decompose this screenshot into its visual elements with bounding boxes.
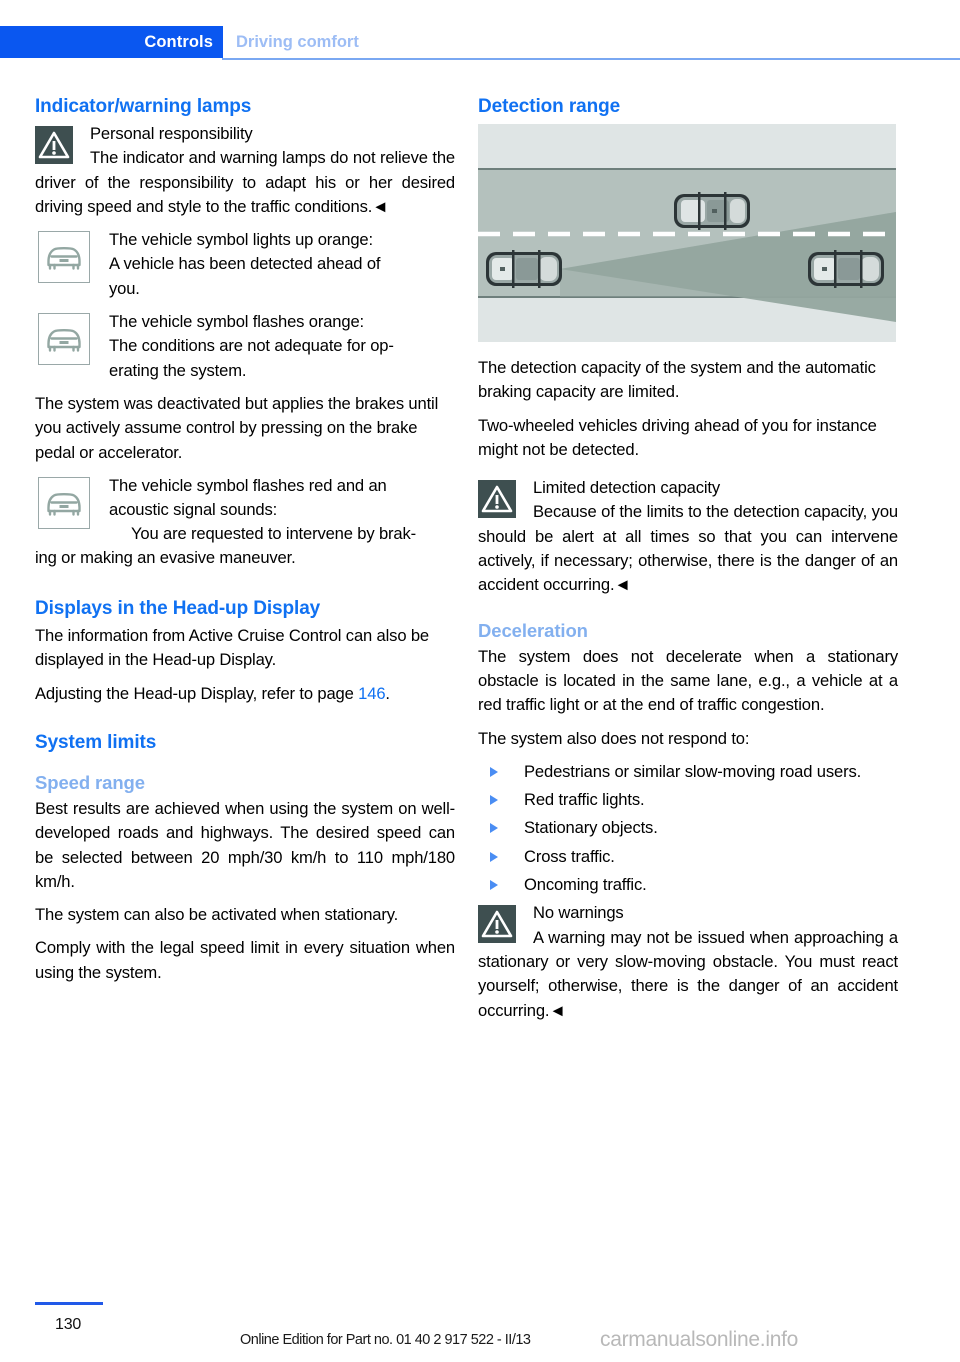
symbol-block-vehicle-orange-steady: The vehicle symbol lights up orange: A v… <box>35 228 455 301</box>
edition-notice: Online Edition for Part no. 01 40 2 917 … <box>240 1332 531 1348</box>
warning-body: A warning may not be issued when approac… <box>478 927 898 1020</box>
right-column: Detection range The detection capacity o… <box>478 96 898 1032</box>
vehicle-front-symbol-icon <box>38 476 90 529</box>
breadcrumb-section-driving-comfort[interactable]: Driving comfort <box>223 26 359 58</box>
warning-title: Personal responsibility <box>90 124 253 143</box>
page-number: 130 <box>55 1316 82 1333</box>
paragraph-system-deactivated: The system was deactivated but applies t… <box>35 393 439 462</box>
list-item-label: Stationary objects. <box>524 818 658 838</box>
paragraph-deceleration-2: The system also does not respond to: <box>478 728 750 748</box>
warning-block-personal-responsibility: Personal responsibility The indicator an… <box>35 122 455 219</box>
hud-adjust-post: . <box>385 683 390 703</box>
hud-adjust-pre: Adjusting the Head-up Display, refer to … <box>35 683 359 703</box>
triangle-bullet-icon <box>490 851 498 862</box>
header-tab-bar: Controls Driving comfort <box>0 26 960 58</box>
symbol-line-1: The vehicle symbol lights up orange: <box>109 230 373 250</box>
header-divider <box>222 58 960 60</box>
warning-text-personal-responsibility: Personal responsibility The indicator an… <box>35 122 455 219</box>
list-item: Cross traffic. <box>478 845 898 869</box>
paragraph-hud-adjust: Adjusting the Head-up Display, refer to … <box>35 682 455 706</box>
triangle-bullet-icon <box>490 880 498 891</box>
symbol-text-vehicle-orange-steady: The vehicle symbol lights up orange: A v… <box>35 228 455 301</box>
symbol-text-vehicle-orange-flashing: The vehicle symbol flashes orange: The c… <box>35 310 455 383</box>
heading-detection-range: Detection range <box>478 96 621 117</box>
warning-text-limited-detection: Limited detection capacity Because of th… <box>478 476 898 597</box>
list-item: Pedestrians or similar slow-moving road … <box>478 760 898 784</box>
warning-title: Limited detection capacity <box>533 478 721 498</box>
warning-block-limited-detection: Limited detection capacity Because of th… <box>478 476 898 597</box>
heading-displays-head-up-display: Displays in the Head-up Display <box>35 598 321 620</box>
warning-text-no-warnings: No warnings A warning may not be issued … <box>478 901 898 1022</box>
warning-block-no-warnings: No warnings A warning may not be issued … <box>478 901 898 1022</box>
footer-divider <box>35 1302 103 1305</box>
triangle-bullet-icon <box>490 795 498 806</box>
warning-triangle-icon <box>35 126 73 164</box>
heading-system-limits: System limits <box>35 731 157 753</box>
page-reference-link[interactable]: 146 <box>358 684 385 703</box>
list-item-label: Cross traffic. <box>524 846 615 866</box>
heading-deceleration: Deceleration <box>478 619 588 641</box>
symbol-text-vehicle-red-flashing: The vehicle symbol flashes red and an ac… <box>35 474 455 547</box>
symbol-line-2: The conditions are not adequate for op- <box>109 336 394 356</box>
list-item-label: Pedestrians or similar slow-moving road … <box>524 761 862 781</box>
list-item: Red traffic lights. <box>478 788 898 812</box>
symbol-block-vehicle-red-flashing: The vehicle symbol flashes red and an ac… <box>35 474 455 547</box>
warning-title: No warnings <box>533 903 624 923</box>
paragraph-speed-range-3: Comply with the legal speed limit in eve… <box>35 938 455 982</box>
warning-body: The indicator and warning lamps do not r… <box>35 148 455 216</box>
symbol-line-1: The vehicle symbol flashes orange: <box>109 312 365 332</box>
symbol-line-3: you. <box>109 278 140 298</box>
warning-triangle-icon <box>478 480 516 519</box>
warning-body: Because of the limits to the detection c… <box>478 502 898 595</box>
paragraph-two-wheeled: Two-wheeled vehicles driving ahead of yo… <box>478 415 877 459</box>
vehicle-front-symbol-icon <box>38 313 90 366</box>
warning-triangle-icon <box>478 905 516 944</box>
paragraph-intervene-continued: ing or making an evasive maneuver. <box>35 547 296 567</box>
page-header: Controls Driving comfort <box>0 26 960 58</box>
symbol-line-3: You are requested to intervene by brak- <box>131 524 417 544</box>
heading-indicator-warning-lamps: Indicator/warning lamps <box>35 96 252 117</box>
symbol-line-2: A vehicle has been detected ahead of <box>109 254 381 274</box>
symbol-block-vehicle-orange-flashing: The vehicle symbol flashes orange: The c… <box>35 310 455 383</box>
heading-speed-range: Speed range <box>35 771 145 793</box>
symbol-line-1: The vehicle symbol flashes red and an <box>109 475 387 495</box>
list-no-response-items: Pedestrians or similar slow-moving road … <box>478 760 898 897</box>
list-item: Oncoming traffic. <box>478 873 898 897</box>
triangle-bullet-icon <box>490 823 498 834</box>
paragraph-speed-range-2: The system can also be activated when st… <box>35 905 399 925</box>
triangle-bullet-icon <box>490 766 498 777</box>
symbol-line-2: acoustic signal sounds: <box>109 500 278 520</box>
left-column: Indicator/warning lamps Personal respons… <box>35 96 455 994</box>
list-item-label: Red traffic lights. <box>524 790 645 810</box>
paragraph-detection-capacity: The detection capacity of the system and… <box>478 358 876 402</box>
vehicle-front-symbol-icon <box>38 231 90 284</box>
breadcrumb-chapter-controls[interactable]: Controls <box>0 26 223 58</box>
list-item: Stationary objects. <box>478 816 898 840</box>
detection-range-diagram <box>478 124 896 342</box>
site-watermark: carmanualsonline.info <box>600 1328 798 1351</box>
paragraph-deceleration-1: The system does not decelerate when a st… <box>478 646 898 715</box>
paragraph-speed-range-1: Best results are achieved when using the… <box>35 798 455 891</box>
symbol-line-3: erating the system. <box>109 360 247 380</box>
paragraph-hud-info: The information from Active Cruise Contr… <box>35 626 430 670</box>
list-item-label: Oncoming traffic. <box>524 875 647 895</box>
